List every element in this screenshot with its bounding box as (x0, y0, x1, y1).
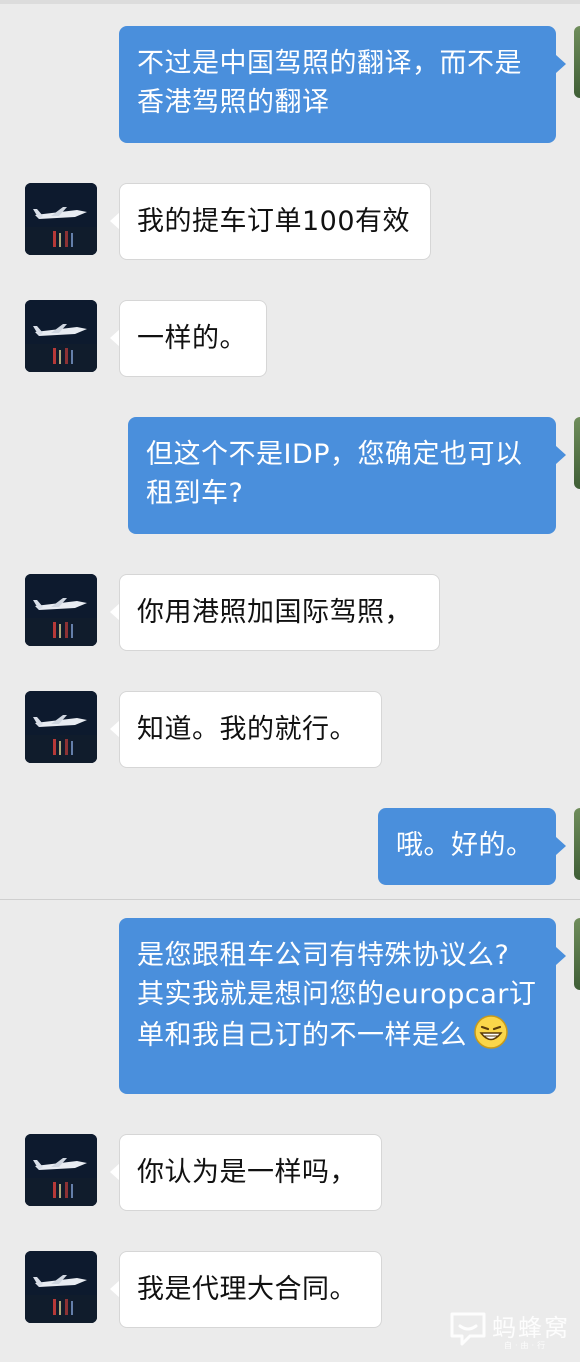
message-bubble-received[interactable]: 你认为是一样吗， (119, 1134, 382, 1211)
message-line: 其实我就是想问您的europcar订 (137, 979, 537, 1010)
message-line: 哦。好的。 (396, 830, 534, 861)
message-line: 我的提车订单100有效 (137, 206, 411, 237)
message-line: 单和我自己订的不一样是么 (137, 1020, 467, 1051)
message-line: 知道。我的就行。 (137, 714, 357, 745)
message-line: 租到车? (146, 478, 244, 509)
contact-avatar[interactable] (25, 691, 97, 763)
contact-avatar[interactable] (25, 574, 97, 646)
message-bubble-sent[interactable]: 哦。好的。 (378, 808, 556, 885)
bubble-tail (556, 837, 566, 855)
message-bubble-received[interactable]: 你用港照加国际驾照， (119, 574, 440, 651)
self-avatar[interactable] (574, 417, 580, 489)
jet-airplane-icon (25, 300, 97, 372)
message-line: 不过是中国驾照的翻译，而不是 (137, 48, 522, 79)
message-bubble-sent[interactable]: 不过是中国驾照的翻译，而不是 香港驾照的翻译 (119, 26, 556, 143)
message-line: 你认为是一样吗， (137, 1157, 357, 1188)
self-avatar[interactable] (574, 808, 580, 880)
message-bubble-received[interactable]: 知道。我的就行。 (119, 691, 382, 768)
message-bubble-sent[interactable]: 是您跟租车公司有特殊协议么? 其实我就是想问您的europcar订 单和我自己订… (119, 918, 556, 1094)
message-bubble-sent[interactable]: 但这个不是IDP，您确定也可以 租到车? (128, 417, 556, 534)
bubble-tail (556, 55, 566, 73)
contact-avatar[interactable] (25, 183, 97, 255)
bubble-tail (556, 446, 566, 464)
contact-avatar[interactable] (25, 1251, 97, 1323)
jet-airplane-icon (25, 1251, 97, 1323)
jet-airplane-icon (25, 183, 97, 255)
message-line: 一样的。 (137, 323, 247, 354)
bubble-tail (556, 947, 566, 965)
message-bubble-received[interactable]: 我是代理大合同。 (119, 1251, 382, 1328)
message-line: 是您跟租车公司有特殊协议么? (137, 940, 510, 971)
top-divider (0, 0, 580, 4)
watermark-subtext: 自·由·行 (504, 1341, 549, 1350)
screenshot-divider (0, 899, 580, 900)
self-avatar[interactable] (574, 26, 580, 98)
jet-airplane-icon (25, 1134, 97, 1206)
message-line: 但这个不是IDP，您确定也可以 (146, 439, 523, 470)
message-line: 香港驾照的翻译 (137, 87, 330, 118)
contact-avatar[interactable] (25, 1134, 97, 1206)
jet-airplane-icon (25, 574, 97, 646)
message-line: 我是代理大合同。 (137, 1274, 357, 1305)
grinning-face-emoji-icon (474, 1015, 508, 1049)
speech-bubble-logo-icon (450, 1312, 486, 1346)
message-line: 你用港照加国际驾照， (137, 597, 412, 628)
jet-airplane-icon (25, 691, 97, 763)
contact-avatar[interactable] (25, 300, 97, 372)
watermark-text: 蚂蜂窝 (492, 1314, 570, 1342)
message-bubble-received[interactable]: 我的提车订单100有效 (119, 183, 431, 260)
self-avatar[interactable] (574, 918, 580, 990)
message-bubble-received[interactable]: 一样的。 (119, 300, 267, 377)
mafengwo-watermark: 蚂蜂窝 自·由·行 (448, 1304, 573, 1354)
